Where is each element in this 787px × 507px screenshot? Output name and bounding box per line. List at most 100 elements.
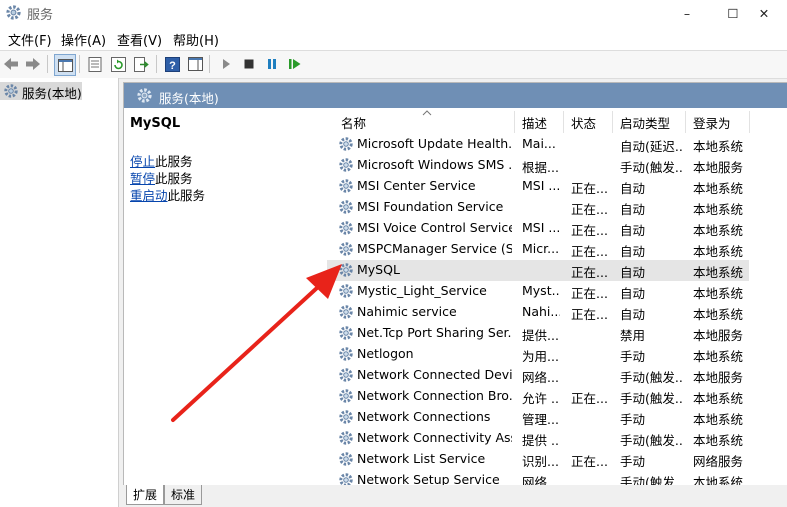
- services-gear-icon: [4, 84, 18, 98]
- restart-service-icon[interactable]: [285, 54, 305, 74]
- cell-name: Microsoft Windows SMS ...: [357, 157, 512, 172]
- cell-description: 为用...: [522, 349, 559, 364]
- toolbar-divider: [79, 55, 80, 73]
- cell-log-on-as: 本地系统: [693, 202, 744, 217]
- show-action-pane-icon[interactable]: [185, 54, 205, 74]
- cell-description: Mai...: [522, 136, 556, 151]
- back-arrow-icon[interactable]: [1, 54, 21, 74]
- cell-name: MSI Center Service: [357, 178, 476, 193]
- minimize-button[interactable]: –: [664, 0, 710, 26]
- tab-extended[interactable]: 扩展: [126, 485, 165, 505]
- cell-name: MSI Voice Control Service: [357, 220, 512, 235]
- cell-description: 管理...: [522, 412, 559, 427]
- menu-help[interactable]: 帮助(H): [173, 30, 219, 49]
- menu-action[interactable]: 操作(A): [61, 30, 106, 49]
- cell-startup-type: 手动: [620, 349, 646, 364]
- cell-startup-type: 自动(延迟...: [620, 139, 682, 154]
- services-panel: 服务(本地) MySQL 停止此服务 暂停此服务 重启动此服务 名称 描述 状态…: [123, 82, 787, 487]
- menu-file[interactable]: 文件(F): [8, 30, 52, 49]
- stop-service-link[interactable]: 停止: [130, 154, 155, 169]
- cell-name: Network Connected Devi...: [357, 367, 512, 382]
- table-row[interactable]: Netlogon 为用... 手动 本地系统: [327, 344, 749, 365]
- export-list-icon[interactable]: [131, 54, 151, 74]
- column-header-startup-type[interactable]: 启动类型: [620, 113, 670, 132]
- cell-log-on-as: 本地服务: [693, 370, 744, 385]
- column-header-status[interactable]: 状态: [571, 113, 596, 132]
- service-gear-icon: [339, 179, 353, 193]
- toolbar-divider: [209, 55, 210, 73]
- pause-service-icon[interactable]: [262, 54, 282, 74]
- table-row[interactable]: MSI Voice Control Service MSI ... 正在... 自动 本…: [327, 218, 749, 239]
- table-row[interactable]: Network List Service 识别... 正在... 手动 网络服务: [327, 449, 749, 470]
- menu-bar: 文件(F) 操作(A) 查看(V) 帮助(H): [0, 26, 787, 50]
- cell-status: 正在...: [571, 286, 608, 301]
- column-header-description[interactable]: 描述: [522, 113, 547, 132]
- cell-description: 根据...: [522, 160, 559, 175]
- column-divider[interactable]: [514, 111, 515, 133]
- cell-startup-type: 手动(触发...: [620, 433, 682, 448]
- cell-log-on-as: 本地服务: [693, 160, 744, 175]
- pause-service-action: 暂停此服务: [130, 170, 205, 187]
- table-row[interactable]: MSPCManager Service (S... Micr... 正在... 自动 本…: [327, 239, 749, 260]
- start-service-icon[interactable]: [216, 54, 236, 74]
- cell-log-on-as: 本地系统: [693, 391, 744, 406]
- selected-service-name: MySQL: [130, 116, 181, 131]
- properties-icon[interactable]: [85, 54, 105, 74]
- restart-service-link[interactable]: 重启动: [130, 188, 168, 203]
- cell-startup-type: 禁用: [620, 328, 646, 343]
- column-divider[interactable]: [563, 111, 564, 133]
- cell-log-on-as: 本地系统: [693, 412, 744, 427]
- show-console-tree-icon[interactable]: [54, 54, 76, 76]
- table-row[interactable]: Mystic_Light_Service Myst... 正在... 自动 本地系统: [327, 281, 749, 302]
- table-row[interactable]: Microsoft Update Health... Mai... 自动(延迟...…: [327, 134, 749, 155]
- column-divider[interactable]: [749, 111, 750, 133]
- service-gear-icon: [339, 326, 353, 340]
- forward-arrow-icon[interactable]: [23, 54, 43, 74]
- toolbar: ?: [0, 50, 787, 79]
- table-row[interactable]: Net.Tcp Port Sharing Ser... 提供... 禁用 本地服务: [327, 323, 749, 344]
- column-header-name[interactable]: 名称: [341, 113, 366, 132]
- service-gear-icon: [339, 221, 353, 235]
- table-row[interactable]: MySQL 正在... 自动 本地系统: [327, 260, 749, 281]
- cell-name: MySQL: [357, 262, 400, 277]
- table-row[interactable]: Network Connectivity Ass... 提供 ... 手动(触发..…: [327, 428, 749, 449]
- table-row[interactable]: Network Connected Devi... 网络... 手动(触发... 本地…: [327, 365, 749, 386]
- cell-log-on-as: 本地系统: [693, 223, 744, 238]
- cell-log-on-as: 本地系统: [693, 349, 744, 364]
- tree-node-label: 服务(本地): [22, 86, 82, 101]
- cell-description: Nahi...: [522, 304, 560, 319]
- action-suffix: 此服务: [155, 154, 193, 169]
- cell-startup-type: 自动: [620, 181, 646, 196]
- column-header-log-on-as[interactable]: 登录为: [693, 113, 731, 132]
- cell-log-on-as: 本地服务: [693, 328, 744, 343]
- cell-name: Network Connections: [357, 409, 491, 424]
- table-row[interactable]: MSI Center Service MSI ... 正在... 自动 本地系统: [327, 176, 749, 197]
- cell-log-on-as: 本地系统: [693, 265, 744, 280]
- stop-service-icon[interactable]: [239, 54, 259, 74]
- table-row[interactable]: Network Setup Service 网络... 手动(触发... 本地系统: [327, 470, 749, 486]
- table-row[interactable]: Network Connections 管理... 手动 本地系统: [327, 407, 749, 428]
- pause-service-link[interactable]: 暂停: [130, 171, 155, 186]
- refresh-icon[interactable]: [108, 54, 128, 74]
- table-row[interactable]: Nahimic service Nahi... 正在... 自动 本地系统: [327, 302, 749, 323]
- table-row[interactable]: Microsoft Windows SMS ... 根据... 手动(触发... 本地…: [327, 155, 749, 176]
- cell-startup-type: 自动: [620, 265, 646, 280]
- service-gear-icon: [339, 137, 353, 151]
- table-row[interactable]: Network Connection Bro... 允许 ... 正在... 手动(触…: [327, 386, 749, 407]
- cell-description: Micr...: [522, 241, 560, 256]
- action-suffix: 此服务: [167, 188, 206, 203]
- tab-standard[interactable]: 标准: [164, 485, 203, 505]
- tree-node-services-local[interactable]: 服务(本地): [0, 82, 82, 101]
- column-divider[interactable]: [685, 111, 686, 133]
- service-gear-icon: [339, 158, 353, 172]
- cell-log-on-as: 本地系统: [693, 286, 744, 301]
- service-gear-icon: [339, 305, 353, 319]
- table-row[interactable]: MSI Foundation Service 正在... 自动 本地系统: [327, 197, 749, 218]
- close-button[interactable]: ✕: [741, 0, 787, 26]
- help-icon[interactable]: ?: [162, 54, 182, 74]
- cell-status: 正在...: [571, 244, 608, 259]
- cell-description: 提供...: [522, 328, 559, 343]
- column-divider[interactable]: [612, 111, 613, 133]
- cell-description: Myst...: [522, 283, 560, 298]
- menu-view[interactable]: 查看(V): [117, 30, 162, 49]
